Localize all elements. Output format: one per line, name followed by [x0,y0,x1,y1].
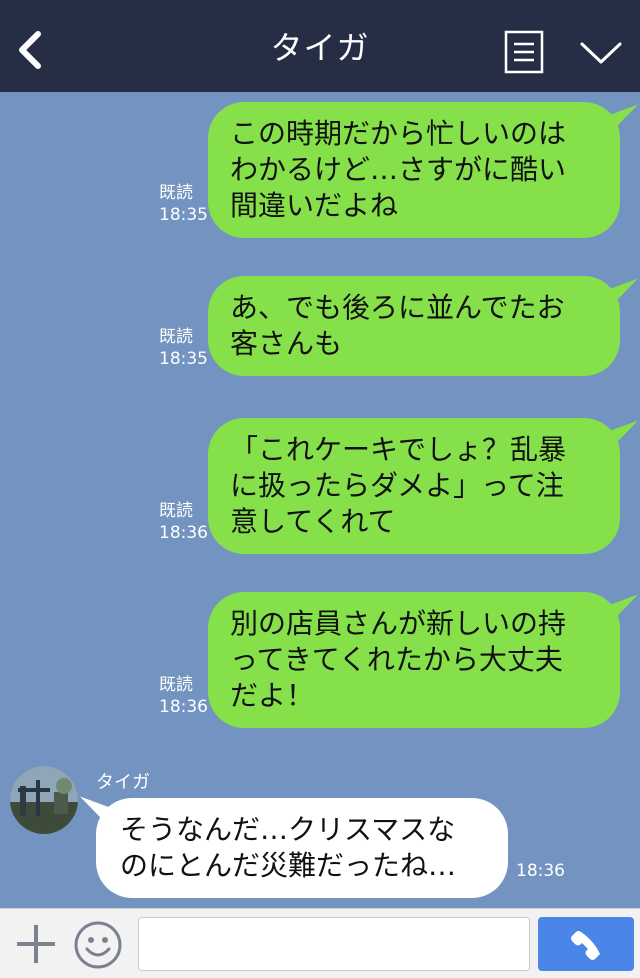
message-meta: 既読 18:35 [159,182,208,226]
sender-name: タイガ [96,772,150,793]
avatar[interactable] [10,766,78,834]
smiley-icon [74,921,122,969]
message-line: 意してくれて [230,505,396,538]
message-time: 18:36 [516,861,565,881]
message-line: この時期だから忙しいのは [230,117,567,150]
expand-button[interactable] [578,34,624,72]
notes-button[interactable] [504,30,544,74]
input-bar [0,908,640,978]
avatar-photo-icon [10,766,78,834]
chevron-down-icon [580,42,622,64]
message-bubble-outgoing[interactable]: この時期だから忙しいのは わかるけど…さすがに酷い 間違いだよね [208,102,620,238]
message-line: だよ！ [230,679,315,712]
message-meta: 既読 18:36 [159,500,208,544]
read-label: 既読 [159,675,193,695]
message-line: に扱ったらダメよ」って注 [230,469,564,502]
message-line: のにとんだ災難だったね… [120,849,457,882]
message-time: 18:35 [159,349,208,369]
add-button[interactable] [12,919,60,969]
message-line: ってきてくれたから大丈夫 [230,643,563,676]
message-line: 「これケーキでしょ？乱暴 [230,433,567,466]
message-line: 間違いだよね [230,189,399,222]
message-meta: 既読 18:35 [159,326,208,370]
message-line: わかるけど…さすがに酷い [230,153,567,186]
plus-icon [17,925,55,963]
message-line: 客さんも [230,327,343,360]
chat-area[interactable]: 既読 18:35 この時期だから忙しいのは わかるけど…さすがに酷い 間違いだよ… [0,92,640,908]
message-bubble-incoming[interactable]: そうなんだ…クリスマスな のにとんだ災難だったね… [96,798,508,898]
emoji-button[interactable] [72,919,124,971]
read-label: 既読 [159,183,193,203]
chat-header: タイガ [0,0,640,92]
message-line: あ、でも後ろに並んでたお [230,291,565,324]
message-time: 18:36 [159,523,208,543]
phone-icon [571,931,600,960]
message-meta: 既読 18:36 [159,674,208,718]
message-bubble-outgoing[interactable]: 「これケーキでしょ？乱暴 に扱ったらダメよ」って注 意してくれて [208,418,620,554]
read-label: 既読 [159,501,193,521]
message-input[interactable] [138,917,530,971]
message-time: 18:36 [159,697,208,717]
message-line: そうなんだ…クリスマスな [120,813,456,846]
chat-title: タイガ [270,29,370,67]
call-button[interactable] [538,917,634,971]
message-bubble-outgoing[interactable]: 別の店員さんが新しいの持 ってきてくれたから大丈夫 だよ！ [208,592,620,728]
message-bubble-outgoing[interactable]: あ、でも後ろに並んでたお 客さんも [208,276,620,376]
message-time: 18:35 [159,205,208,225]
read-label: 既読 [159,327,193,347]
message-line: 別の店員さんが新しいの持 [230,607,567,640]
notes-icon [504,30,544,74]
